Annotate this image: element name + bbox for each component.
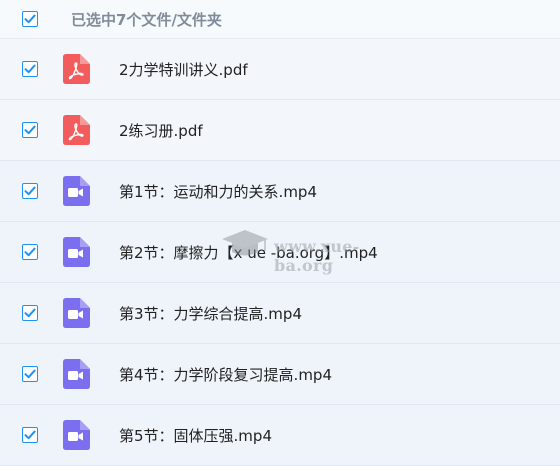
- file-name: 2力学特训讲义.pdf: [119, 60, 248, 79]
- checkmark-icon: [24, 64, 36, 74]
- file-row[interactable]: 第2节：摩擦力【x ue -ba.org】.mp4: [0, 222, 560, 283]
- file-row[interactable]: 2力学特训讲义.pdf: [0, 39, 560, 100]
- file-row[interactable]: 2练习册.pdf: [0, 100, 560, 161]
- selection-header: 已选中7个文件/文件夹: [0, 0, 560, 39]
- pdf-file-icon: [60, 115, 90, 145]
- video-file-icon: [60, 176, 90, 206]
- video-file-icon: [60, 420, 90, 450]
- checkmark-icon: [24, 186, 36, 196]
- file-checkbox[interactable]: [22, 122, 38, 138]
- file-name: 第2节：摩擦力【x ue -ba.org】.mp4: [119, 243, 378, 262]
- checkmark-icon: [24, 14, 36, 24]
- checkmark-icon: [24, 308, 36, 318]
- video-file-icon: [60, 298, 90, 328]
- file-name: 第5节：固体压强.mp4: [119, 426, 272, 445]
- select-all-checkbox[interactable]: [22, 11, 38, 27]
- file-checkbox[interactable]: [22, 61, 38, 77]
- file-name: 2练习册.pdf: [119, 121, 203, 140]
- file-name: 第4节：力学阶段复习提高.mp4: [119, 365, 332, 384]
- file-checkbox[interactable]: [22, 305, 38, 321]
- file-checkbox[interactable]: [22, 183, 38, 199]
- file-row[interactable]: 第4节：力学阶段复习提高.mp4: [0, 344, 560, 405]
- video-file-icon: [60, 237, 90, 267]
- file-checkbox[interactable]: [22, 427, 38, 443]
- file-checkbox[interactable]: [22, 244, 38, 260]
- file-row[interactable]: 第3节：力学综合提高.mp4: [0, 283, 560, 344]
- file-row[interactable]: 第1节：运动和力的关系.mp4: [0, 161, 560, 222]
- file-list: 2力学特训讲义.pdf 2练习册.pdf 第1节：运动和力的关系.mp4 第2节…: [0, 39, 560, 466]
- checkmark-icon: [24, 369, 36, 379]
- checkmark-icon: [24, 430, 36, 440]
- video-file-icon: [60, 359, 90, 389]
- file-name: 第1节：运动和力的关系.mp4: [119, 182, 317, 201]
- checkmark-icon: [24, 125, 36, 135]
- file-row[interactable]: 第5节：固体压强.mp4: [0, 405, 560, 466]
- selection-count-label: 已选中7个文件/文件夹: [71, 10, 222, 29]
- file-checkbox[interactable]: [22, 366, 38, 382]
- file-name: 第3节：力学综合提高.mp4: [119, 304, 302, 323]
- checkmark-icon: [24, 247, 36, 257]
- pdf-file-icon: [60, 54, 90, 84]
